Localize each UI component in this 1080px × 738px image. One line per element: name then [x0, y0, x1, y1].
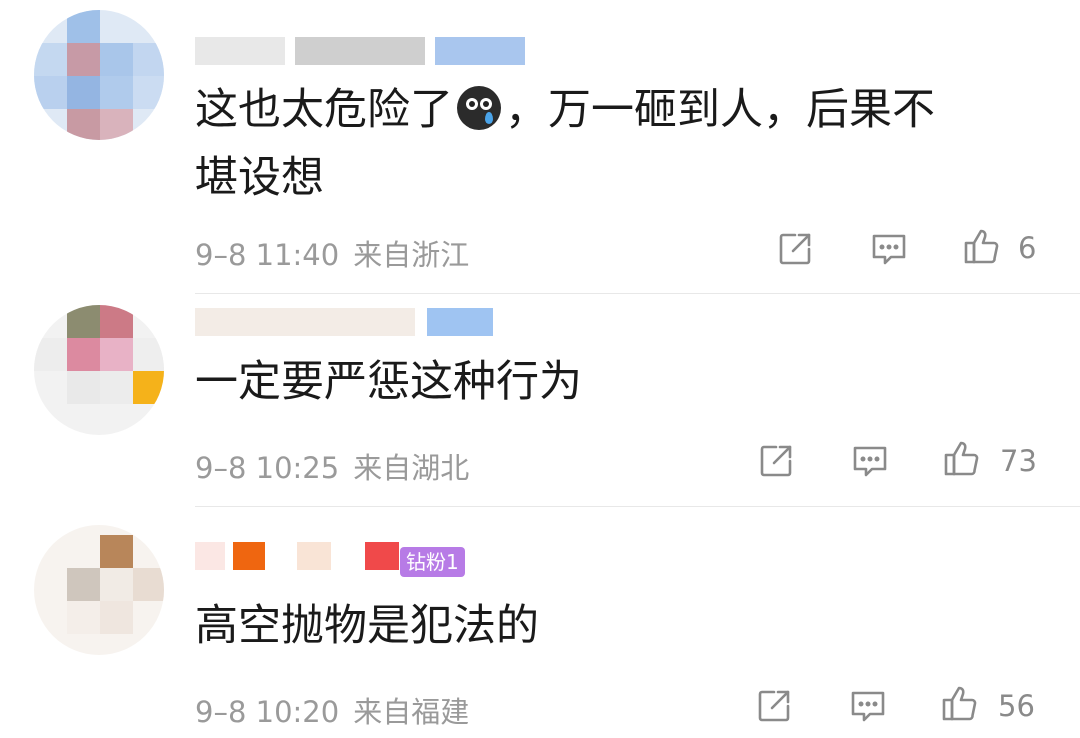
share-icon[interactable]: [775, 229, 815, 269]
avatar[interactable]: [34, 10, 164, 140]
comment-icon[interactable]: [850, 441, 890, 481]
thumbs-up-icon[interactable]: [942, 438, 982, 478]
thumbs-up-icon[interactable]: [940, 683, 980, 723]
comment-location: 来自福建: [353, 695, 470, 729]
comment-time: 9–8 11:40: [195, 238, 340, 272]
comment-meta: 9–8 11:40 来自浙江: [195, 232, 469, 274]
like-count: 56: [998, 689, 1035, 723]
username-blurred[interactable]: [195, 306, 495, 336]
avatar[interactable]: [34, 525, 164, 655]
comment-icon[interactable]: [848, 686, 888, 726]
comment-text-line2: 堪设想: [195, 153, 324, 203]
share-icon[interactable]: [756, 441, 796, 481]
comment-text: 高空抛物是犯法的: [195, 601, 539, 651]
comment-text: 这也太危险了 ，万一砸到人，后果不: [195, 85, 935, 135]
avatar[interactable]: [34, 305, 164, 435]
username-blurred[interactable]: [195, 35, 525, 65]
comment-time: 9–8 10:20: [195, 695, 340, 729]
comment-time: 9–8 10:25: [195, 451, 340, 485]
thumbs-up-icon[interactable]: [962, 226, 1002, 266]
share-icon[interactable]: [754, 686, 794, 726]
like-count: 73: [1000, 444, 1037, 478]
comment-icon[interactable]: [869, 229, 909, 269]
comment-meta: 9–8 10:20 来自福建: [195, 689, 469, 731]
like-count: 6: [1018, 231, 1037, 265]
divider: [195, 293, 1080, 294]
comment-meta: 9–8 10:25 来自湖北: [195, 445, 469, 487]
crying-face-emoji-icon: [457, 86, 501, 130]
comment-location: 来自湖北: [353, 451, 470, 485]
divider: [195, 506, 1080, 507]
fan-badge: 钻粉1: [400, 547, 465, 577]
comment-location: 来自浙江: [353, 238, 470, 272]
comment-text: 一定要严惩这种行为: [195, 357, 582, 407]
